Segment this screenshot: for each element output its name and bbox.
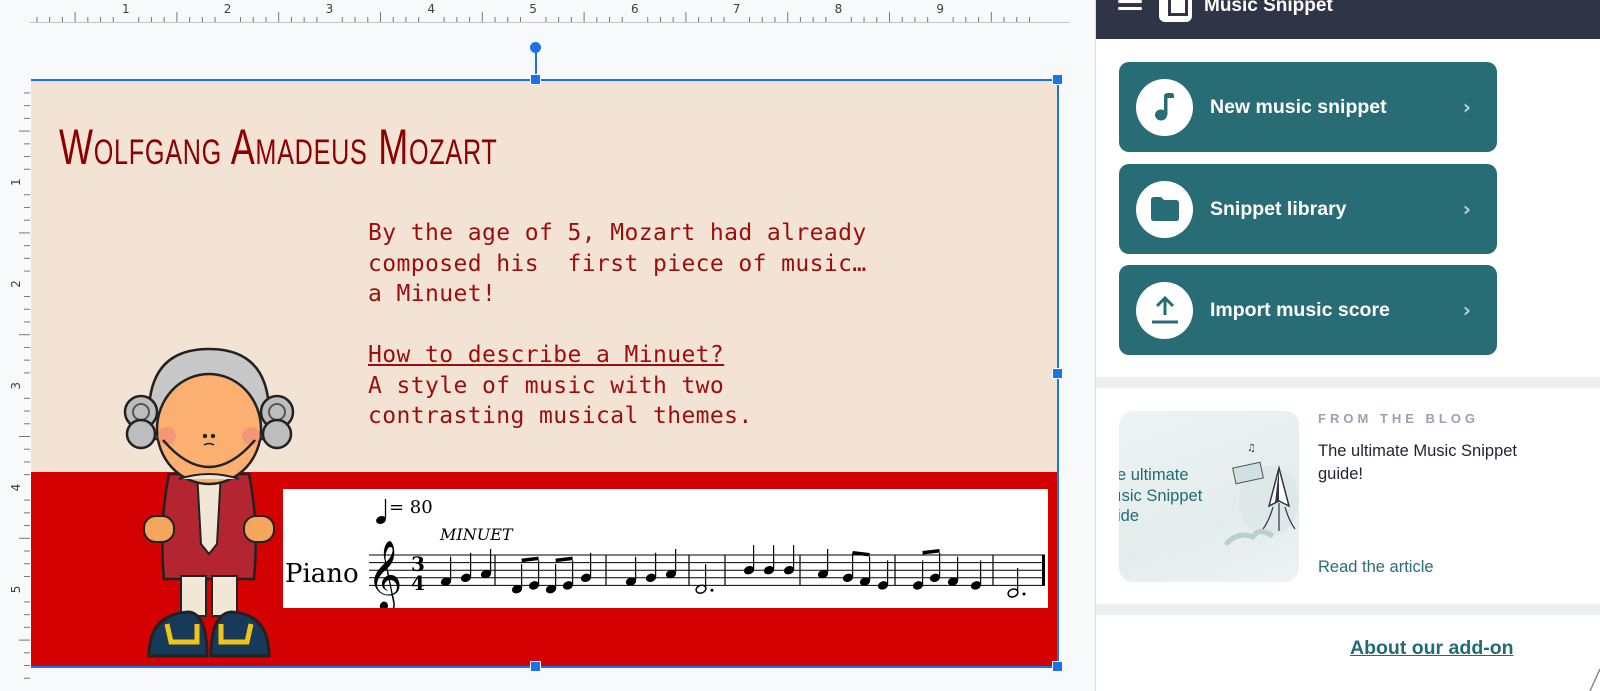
snippet-library-button[interactable]: Snippet library › bbox=[1119, 164, 1497, 254]
note-dot bbox=[710, 588, 714, 592]
app-title: Music Snippet bbox=[1204, 0, 1333, 16]
thumbnail-text: e ultimate ısic Snippet ide bbox=[1119, 466, 1203, 525]
section-divider bbox=[1096, 604, 1600, 615]
blog-thumbnail[interactable]: e ultimate ısic Snippet ide ♫ bbox=[1119, 411, 1299, 582]
ruler-number: 8 bbox=[835, 2, 843, 16]
new-music-snippet-button[interactable]: New music snippet › bbox=[1119, 62, 1497, 152]
chevron-right-icon: › bbox=[1462, 95, 1471, 119]
blog-title[interactable]: The ultimate Music Snippet guide! bbox=[1318, 440, 1518, 486]
resize-grip-icon[interactable] bbox=[1586, 661, 1600, 691]
ruler-number: 2 bbox=[224, 2, 232, 16]
upload-icon bbox=[1136, 281, 1193, 339]
note-beam bbox=[521, 556, 539, 563]
music-score-image[interactable]: = 80 MINUET Piano 𝄞 3 4 bbox=[283, 489, 1048, 608]
ruler-number: 4 bbox=[9, 484, 23, 492]
button-label: Import music score bbox=[1210, 298, 1390, 321]
ruler-number: 5 bbox=[529, 2, 537, 16]
about-addon-link[interactable]: About our add-on bbox=[1350, 637, 1514, 660]
notes bbox=[440, 545, 1026, 598]
body-line: By the age of 5, Mozart had already bbox=[368, 220, 867, 246]
answer-line: contrasting musical themes. bbox=[368, 403, 753, 429]
ruler-edge bbox=[30, 22, 1070, 23]
vertical-ruler[interactable]: 1 2 3 4 5 bbox=[0, 78, 30, 691]
chevron-right-icon: › bbox=[1462, 197, 1471, 221]
section-divider bbox=[1096, 377, 1600, 388]
note-beam bbox=[555, 556, 573, 563]
paper-rocket-illustration-icon: ♫ bbox=[1224, 443, 1299, 546]
resize-handle-top-right[interactable] bbox=[1052, 74, 1063, 85]
button-label: New music snippet bbox=[1210, 95, 1387, 118]
ruler-number: 9 bbox=[936, 2, 944, 16]
ruler-number: 1 bbox=[122, 2, 130, 16]
mozart-cartoon-image[interactable] bbox=[119, 344, 299, 664]
note-dot bbox=[1022, 592, 1026, 596]
ruler-number: 5 bbox=[9, 586, 23, 594]
ruler-number: 6 bbox=[631, 2, 639, 16]
ruler-number: 7 bbox=[733, 2, 741, 16]
music-note-icon bbox=[1136, 78, 1193, 136]
addon-sidebar: Music Snippet New music snippet › Snippe… bbox=[1095, 0, 1600, 691]
note-beam bbox=[922, 549, 940, 555]
ruler-number: 4 bbox=[427, 2, 435, 16]
menu-icon[interactable] bbox=[1118, 0, 1142, 16]
blog-kicker: FROM THE BLOG bbox=[1318, 411, 1480, 426]
piece-title: MINUET bbox=[439, 525, 514, 544]
rotate-handle[interactable] bbox=[530, 42, 541, 53]
slide-title[interactable]: Wolfgang Amadeus Mozart bbox=[59, 118, 498, 176]
ruler-number: 2 bbox=[9, 280, 23, 288]
sidebar-header: Music Snippet bbox=[1096, 0, 1600, 39]
selection-border-top bbox=[31, 79, 1058, 81]
ruler-number: 3 bbox=[326, 2, 334, 16]
horizontal-ruler[interactable]: 1 2 3 4 5 6 7 8 9 bbox=[30, 0, 1070, 24]
treble-clef-icon: 𝄞 bbox=[367, 540, 402, 608]
read-article-link[interactable]: Read the article bbox=[1318, 558, 1434, 577]
ruler-number: 1 bbox=[9, 178, 23, 186]
resize-handle-bottom[interactable] bbox=[530, 661, 541, 672]
resize-handle-top[interactable] bbox=[530, 74, 541, 85]
import-music-score-button[interactable]: Import music score › bbox=[1119, 265, 1497, 355]
svg-text:♫: ♫ bbox=[1247, 443, 1256, 454]
answer-line: A style of music with two bbox=[368, 372, 725, 399]
chevron-right-icon: › bbox=[1462, 298, 1471, 322]
tempo-mark: = 80 bbox=[389, 497, 433, 518]
ruler-number: 3 bbox=[9, 382, 23, 390]
time-signature-bottom: 4 bbox=[411, 571, 425, 595]
body-line: composed his first piece of music… bbox=[368, 250, 867, 277]
selection-border-bottom bbox=[31, 666, 1058, 668]
resize-handle-bottom-right[interactable] bbox=[1052, 661, 1063, 672]
minuet-question: How to describe a Minuet? bbox=[368, 342, 725, 368]
final-bar-line bbox=[1042, 555, 1045, 586]
slide[interactable]: Wolfgang Amadeus Mozart By the age of 5,… bbox=[31, 80, 1058, 667]
folder-icon bbox=[1136, 180, 1193, 238]
note-beam bbox=[852, 551, 870, 557]
resize-handle-right[interactable] bbox=[1052, 368, 1063, 379]
slide-canvas: 1 2 3 4 5 6 7 8 9 1 2 3 4 5 Wolfgang Amadeus Mozart … bbox=[0, 0, 1095, 691]
app-logo-icon bbox=[1159, 0, 1192, 22]
body-line: a Minuet! bbox=[368, 281, 497, 307]
button-label: Snippet library bbox=[1210, 197, 1347, 220]
slide-body-text[interactable]: By the age of 5, Mozart had already comp… bbox=[368, 218, 867, 432]
